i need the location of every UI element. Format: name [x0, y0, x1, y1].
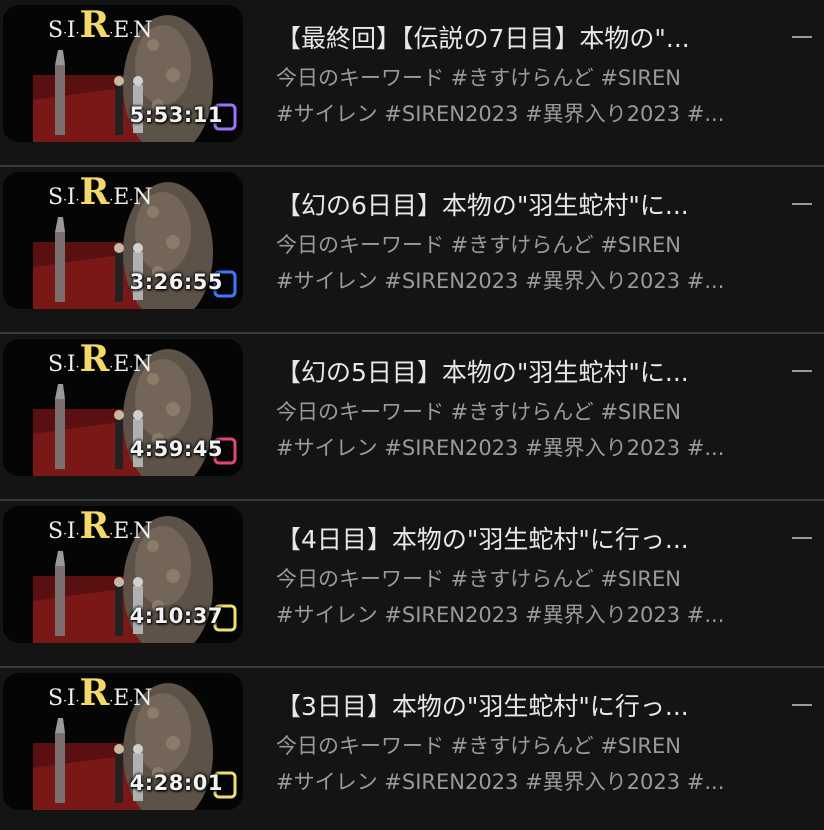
- video-item[interactable]: S·I·R·E·N 5:53:11 【最終回】【伝説の7日目】本物の"... 今…: [0, 0, 824, 167]
- description-line: 今日のキーワード #きすけらんど #SIREN: [276, 567, 682, 591]
- description-line: #サイレン #SIREN2023 #異界入り2023 #...: [276, 102, 725, 126]
- video-description: 今日のキーワード #きすけらんど #SIREN #サイレン #SIREN2023…: [276, 60, 746, 132]
- video-duration: 3:26:55: [129, 270, 223, 294]
- more-options-icon[interactable]: [792, 537, 812, 539]
- more-options-icon[interactable]: [792, 704, 812, 706]
- description-line: 今日のキーワード #きすけらんど #SIREN: [276, 233, 682, 257]
- video-description: 今日のキーワード #きすけらんど #SIREN #サイレン #SIREN2023…: [276, 561, 746, 633]
- video-duration: 4:59:45: [129, 437, 223, 461]
- video-title[interactable]: 【幻の6日目】本物の"羽生蛇村"に...: [276, 187, 746, 225]
- video-thumbnail[interactable]: S·I·R·E·N 4:10:37: [3, 506, 243, 643]
- video-thumbnail[interactable]: S·I·R·E·N 4:59:45: [3, 339, 243, 476]
- description-line: #サイレン #SIREN2023 #異界入り2023 #...: [276, 770, 725, 794]
- video-description: 今日のキーワード #きすけらんど #SIREN #サイレン #SIREN2023…: [276, 728, 746, 800]
- video-title[interactable]: 【幻の5日目】本物の"羽生蛇村"に...: [276, 354, 746, 392]
- description-line: 今日のキーワード #きすけらんど #SIREN: [276, 66, 682, 90]
- video-description: 今日のキーワード #きすけらんど #SIREN #サイレン #SIREN2023…: [276, 394, 746, 466]
- video-title[interactable]: 【4日目】本物の"羽生蛇村"に行っ...: [276, 521, 746, 559]
- more-options-icon[interactable]: [792, 36, 812, 38]
- video-title[interactable]: 【最終回】【伝説の7日目】本物の"...: [276, 20, 746, 58]
- video-list: S·I·R·E·N 5:53:11 【最終回】【伝説の7日目】本物の"... 今…: [0, 0, 824, 830]
- video-title[interactable]: 【3日目】本物の"羽生蛇村"に行っ...: [276, 688, 746, 726]
- video-duration: 4:28:01: [129, 771, 223, 795]
- description-line: #サイレン #SIREN2023 #異界入り2023 #...: [276, 436, 725, 460]
- video-thumbnail[interactable]: S·I·R·E·N 4:28:01: [3, 673, 243, 810]
- video-duration: 4:10:37: [129, 604, 223, 628]
- video-item[interactable]: S·I·R·E·N 3:26:55 【幻の6日目】本物の"羽生蛇村"に... 今…: [0, 167, 824, 334]
- video-item[interactable]: S·I·R·E·N 4:28:01 【3日目】本物の"羽生蛇村"に行っ... 今…: [0, 668, 824, 830]
- video-thumbnail[interactable]: S·I·R·E·N 3:26:55: [3, 172, 243, 309]
- description-line: #サイレン #SIREN2023 #異界入り2023 #...: [276, 603, 725, 627]
- video-description: 今日のキーワード #きすけらんど #SIREN #サイレン #SIREN2023…: [276, 227, 746, 299]
- description-line: 今日のキーワード #きすけらんど #SIREN: [276, 400, 682, 424]
- video-duration: 5:53:11: [129, 103, 223, 127]
- video-item[interactable]: S·I·R·E·N 4:59:45 【幻の5日目】本物の"羽生蛇村"に... 今…: [0, 334, 824, 501]
- description-line: 今日のキーワード #きすけらんど #SIREN: [276, 734, 682, 758]
- more-options-icon[interactable]: [792, 203, 812, 205]
- description-line: #サイレン #SIREN2023 #異界入り2023 #...: [276, 269, 725, 293]
- video-item[interactable]: S·I·R·E·N 4:10:37 【4日目】本物の"羽生蛇村"に行っ... 今…: [0, 501, 824, 668]
- video-thumbnail[interactable]: S·I·R·E·N 5:53:11: [3, 5, 243, 142]
- more-options-icon[interactable]: [792, 370, 812, 372]
